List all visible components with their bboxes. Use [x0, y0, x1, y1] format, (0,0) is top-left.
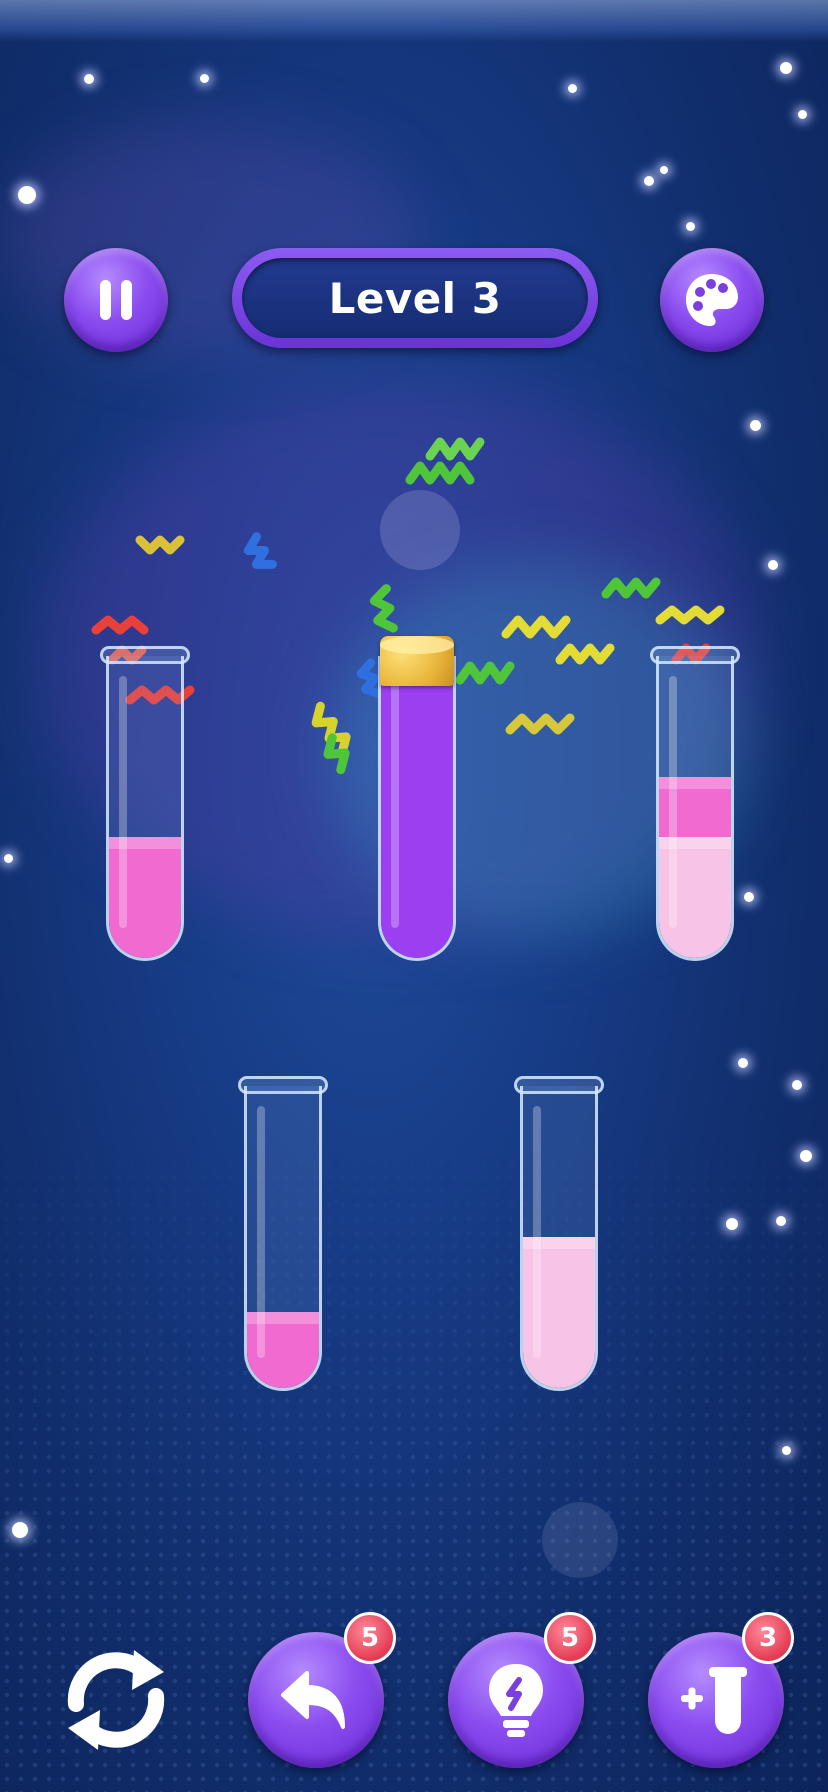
tube-4[interactable]	[244, 1086, 322, 1391]
cork-stopper	[380, 636, 454, 686]
confetti-ribbon	[655, 605, 725, 625]
confetti-ribbon	[505, 713, 575, 735]
tube-shine	[119, 676, 127, 928]
confetti-ribbon	[555, 643, 615, 665]
restart-button[interactable]	[48, 1632, 184, 1768]
add-tube-count-badge: 3	[742, 1612, 794, 1664]
tube-2[interactable]	[378, 656, 456, 961]
confetti-ribbon	[601, 577, 661, 599]
sparkle	[380, 490, 460, 570]
tube-3[interactable]	[656, 656, 734, 961]
tube-5[interactable]	[520, 1086, 598, 1391]
tube-shine	[669, 676, 677, 928]
hint-count-badge: 5	[544, 1612, 596, 1664]
sparkle	[542, 1502, 618, 1578]
confetti-ribbon	[369, 584, 398, 633]
undo-count-badge: 5	[344, 1612, 396, 1664]
confetti-ribbon	[455, 661, 515, 685]
lightbulb-icon	[481, 1658, 551, 1742]
tube-1[interactable]	[106, 656, 184, 961]
confetti-ribbon	[501, 615, 571, 639]
confetti-ribbon	[243, 532, 278, 569]
restart-icon	[50, 1634, 182, 1766]
confetti-ribbon	[405, 461, 475, 485]
add-tube-icon	[673, 1657, 759, 1743]
tube-shine	[391, 676, 399, 928]
tube-shine	[257, 1106, 265, 1358]
confetti-ribbon	[356, 658, 384, 699]
undo-icon	[277, 1661, 355, 1739]
confetti-ribbon	[91, 615, 149, 635]
confetti-ribbon	[135, 535, 185, 555]
tube-shine	[533, 1106, 541, 1358]
confetti-ribbon	[425, 437, 485, 461]
